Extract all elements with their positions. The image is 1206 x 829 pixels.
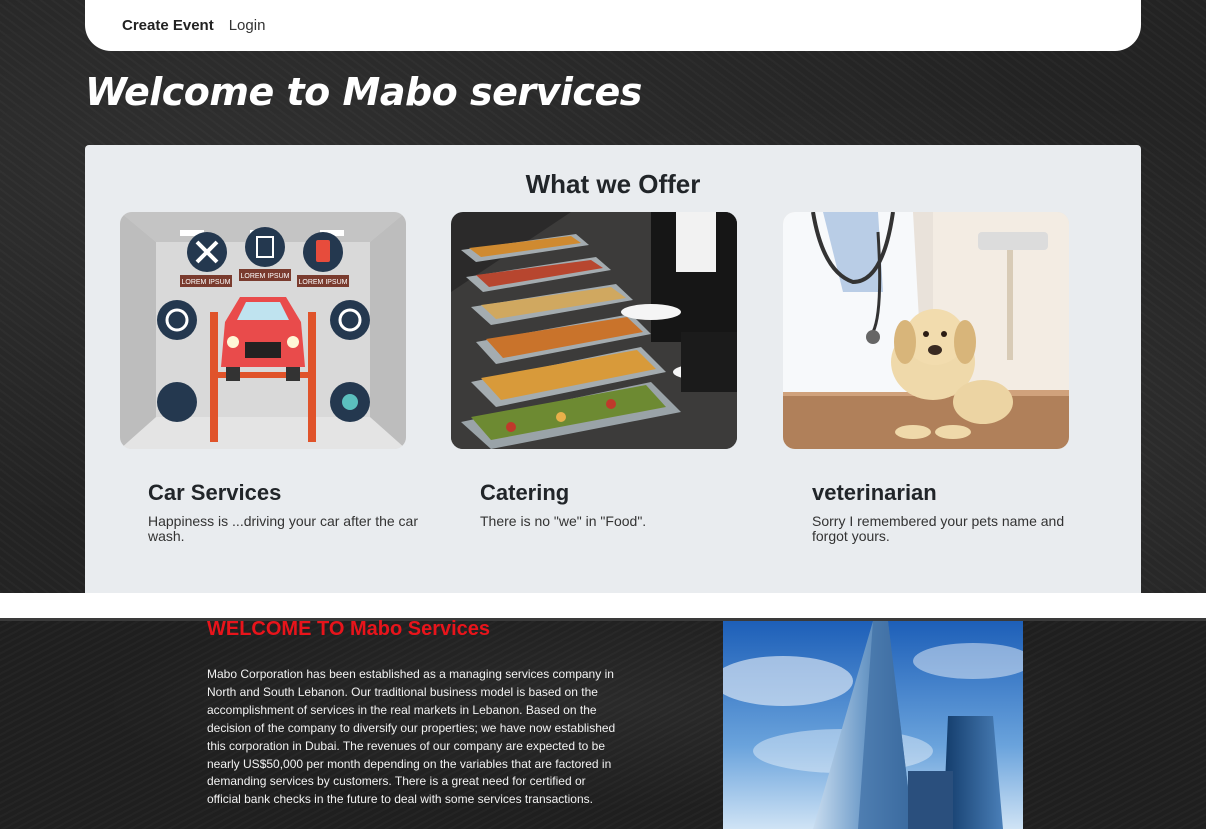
card-text-veterinarian: Sorry I remembered your pets name and fo… <box>812 513 1065 544</box>
car-services-image[interactable]: LOREM IPSUM LOREM IPSUM LOREM IPSUM <box>120 212 406 449</box>
offer-title: What we Offer <box>525 169 701 199</box>
create-event-link[interactable]: Create Event <box>122 17 214 34</box>
car-label-text-2: LOREM IPSUM <box>240 273 289 280</box>
skyscraper-image <box>723 621 1023 829</box>
car-label-text-3: LOREM IPSUM <box>298 279 347 286</box>
catering-image[interactable] <box>451 212 737 449</box>
navbar: Create Event Login <box>85 0 1141 51</box>
about-title: WELCOME TO Mabo Services <box>207 618 491 640</box>
veterinarian-image[interactable] <box>783 212 1069 449</box>
card-title-catering: Catering <box>480 480 570 505</box>
offer-section: What we Offer LOREM IPSUM LOREM IPSUM LO… <box>85 145 1141 593</box>
about-text: Mabo Corporation has been established as… <box>207 667 616 807</box>
car-label-text-1: LOREM IPSUM <box>181 279 230 286</box>
card-text-car-services: Happiness is ...driving your car after t… <box>148 513 419 544</box>
section-divider <box>0 593 1206 618</box>
card-title-veterinarian: veterinarian <box>812 480 937 505</box>
login-link[interactable]: Login <box>229 17 266 34</box>
page-title: Welcome to Mabo services <box>85 70 642 114</box>
card-text-catering: There is no "we" in "Food". <box>480 513 647 529</box>
card-title-car-services: Car Services <box>148 480 282 505</box>
